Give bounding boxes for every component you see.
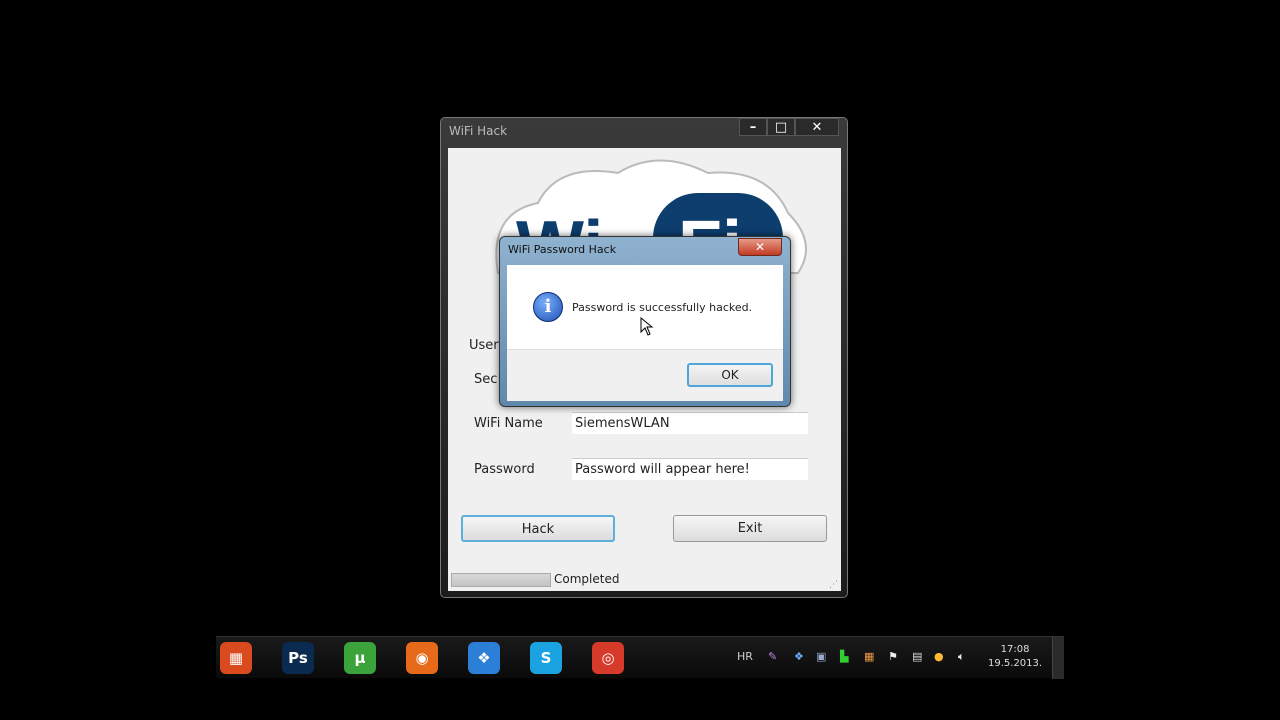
resize-grip-icon[interactable]: ⋰	[829, 580, 838, 590]
dropbox-tray-icon[interactable]: ❖	[794, 650, 804, 663]
minimize-button[interactable]: –	[739, 118, 767, 136]
window-title: WiFi Hack	[449, 124, 508, 138]
clock[interactable]: 17:08 19.5.2013.	[988, 643, 1042, 671]
clock-date: 19.5.2013.	[988, 658, 1043, 669]
security-label: Sec	[474, 372, 498, 387]
password-label: Password	[474, 462, 535, 477]
action-center-flag-icon[interactable]: ⚑	[888, 650, 898, 663]
network-tray-icon[interactable]: ▣	[816, 650, 826, 663]
pen-tray-icon[interactable]: ✎	[768, 650, 777, 663]
window-controls: – □ ✕	[739, 118, 839, 136]
dropbox-icon[interactable]: ❖	[468, 642, 500, 674]
clipboard-tray-icon[interactable]: ▤	[912, 650, 922, 663]
language-indicator[interactable]: HR	[737, 650, 753, 663]
message-dialog: WiFi Password Hack ✕ i Password is succe…	[499, 236, 791, 407]
avg-icon[interactable]: ▦	[220, 642, 252, 674]
volume-icon[interactable]: 🔈︎	[958, 650, 965, 664]
dialog-body: i Password is successfully hacked. OK	[507, 265, 783, 401]
chrome-icon[interactable]: ◎	[592, 642, 624, 674]
progress-bar	[451, 573, 551, 587]
firefox-icon[interactable]: ◉	[406, 642, 438, 674]
photoshop-icon[interactable]: Ps	[282, 642, 314, 674]
skype-icon[interactable]: S	[530, 642, 562, 674]
ok-button[interactable]: OK	[687, 363, 773, 387]
info-icon: i	[533, 292, 563, 322]
sync-tray-icon[interactable]: ▙	[840, 650, 848, 663]
wifi-name-label: WiFi Name	[474, 416, 543, 431]
password-output[interactable]: Password will appear here!	[572, 458, 808, 480]
user-label: User	[469, 338, 499, 353]
maximize-button[interactable]: □	[767, 118, 795, 136]
dialog-close-button[interactable]: ✕	[738, 238, 782, 256]
wifi-name-input[interactable]: SiemensWLAN	[572, 412, 808, 434]
hack-button[interactable]: Hack	[461, 515, 615, 542]
show-desktop-button[interactable]	[1052, 637, 1064, 679]
exit-button[interactable]: Exit	[673, 515, 827, 542]
taskbar: ▦ Ps µ ◉ ❖ S ◎ HR ✎ ❖ ▣ ▙ ▦ ⚑ ▤ ● 🔈︎ 17:08 19.…	[216, 636, 1064, 679]
power-tray-icon[interactable]: ●	[934, 650, 944, 663]
dialog-message: Password is successfully hacked.	[572, 301, 753, 314]
close-button[interactable]: ✕	[795, 118, 839, 136]
dialog-title: WiFi Password Hack	[508, 243, 617, 256]
status-text: Completed	[554, 572, 620, 586]
utorrent-icon[interactable]: µ	[344, 642, 376, 674]
progress-fill	[452, 574, 550, 586]
clock-time: 17:08	[1000, 644, 1030, 655]
avg-tray-icon[interactable]: ▦	[864, 650, 874, 663]
mouse-cursor-icon	[640, 317, 654, 336]
